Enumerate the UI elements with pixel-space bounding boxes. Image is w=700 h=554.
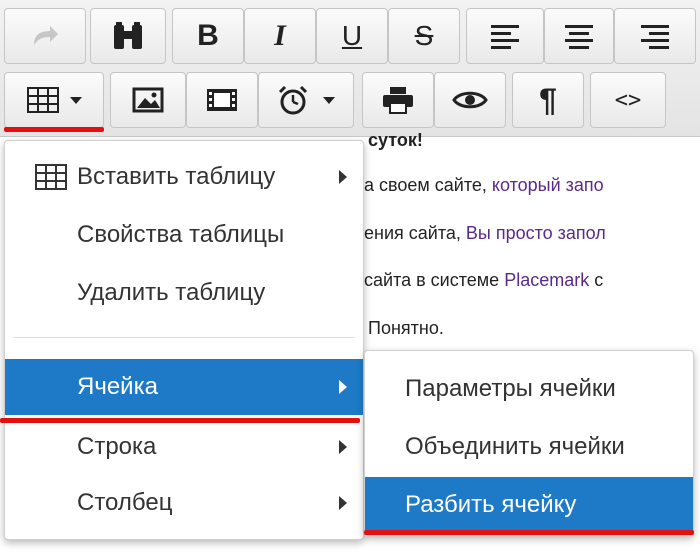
align-left-button[interactable] (466, 8, 544, 64)
menu-item-label: Объединить ячейки (405, 433, 625, 460)
cell-item-highlight-marker (0, 418, 360, 423)
italic-icon: I (274, 19, 286, 52)
table-button-highlight-marker (4, 127, 104, 132)
find-button[interactable] (90, 8, 166, 64)
doc-text-line: а своем сайте, который запо (364, 175, 604, 195)
menu-item-table-properties[interactable]: Свойства таблицы (5, 207, 363, 263)
menu-item-column[interactable]: Столбец (5, 475, 363, 531)
menu-item-label: Параметры ячейки (405, 375, 616, 402)
align-right-icon (641, 25, 669, 49)
chevron-right-icon (339, 440, 347, 454)
cell-submenu: Параметры ячейки Объединить ячейки Разби… (364, 350, 694, 536)
image-button[interactable] (110, 72, 186, 128)
menu-item-cell[interactable]: Ячейка (5, 359, 363, 415)
chevron-down-icon (323, 96, 335, 104)
menu-item-label: Ячейка (77, 373, 158, 400)
menu-item-label: Столбец (77, 489, 173, 516)
menu-item-row[interactable]: Строка (5, 419, 363, 475)
video-button[interactable] (186, 72, 258, 128)
chevron-right-icon (339, 170, 347, 184)
doc-text-line: суток! (368, 130, 423, 150)
table-icon (27, 87, 59, 113)
table-icon (35, 164, 67, 190)
strikethrough-button[interactable]: S (388, 8, 460, 64)
chevron-right-icon (339, 496, 347, 510)
menu-item-merge-cells[interactable]: Объединить ячейки (365, 419, 693, 475)
menu-item-insert-table[interactable]: Вставить таблицу (5, 149, 363, 205)
doc-link[interactable]: Вы просто запол (466, 223, 606, 243)
doc-text-line: ения сайта, Вы просто запол (364, 223, 606, 243)
menu-item-label: Удалить таблицу (77, 279, 266, 306)
menu-item-split-cell[interactable]: Разбить ячейку (365, 477, 693, 533)
show-blocks-button[interactable]: ¶ (512, 72, 584, 128)
underline-button[interactable]: U (316, 8, 388, 64)
align-right-button[interactable] (614, 8, 696, 64)
align-left-icon (491, 25, 519, 49)
find-icon (114, 22, 142, 49)
split-cell-highlight-marker (364, 530, 694, 535)
doc-link[interactable]: который запо (492, 175, 604, 195)
menu-item-label: Разбить ячейку (405, 491, 577, 518)
image-icon (132, 87, 164, 113)
redo-button[interactable] (4, 8, 86, 64)
underline-icon: U (341, 20, 363, 51)
clock-icon (278, 85, 308, 115)
doc-link[interactable]: Placemark (504, 270, 589, 290)
strikethrough-icon: S (414, 20, 434, 51)
menu-item-cell-properties[interactable]: Параметры ячейки (365, 361, 693, 417)
editor-toolbar: B I U S ¶ <> (0, 0, 700, 137)
align-center-button[interactable] (544, 8, 614, 64)
doc-text-line: Понятно. (368, 318, 444, 338)
chevron-down-icon (70, 96, 82, 104)
align-center-icon (565, 25, 593, 49)
table-button[interactable] (4, 72, 104, 128)
bold-icon: B (197, 19, 219, 52)
bold-button[interactable]: B (172, 8, 244, 64)
code-icon: <> (614, 87, 642, 113)
print-icon (383, 87, 413, 114)
menu-item-label: Вставить таблицу (77, 163, 276, 190)
menu-item-label: Строка (77, 433, 157, 460)
table-menu: Вставить таблицу Свойства таблицы Удалит… (4, 140, 364, 540)
doc-text-line: сайта в системе Placemark с (364, 270, 604, 290)
menu-divider (13, 337, 355, 338)
menu-item-label: Свойства таблицы (77, 221, 285, 248)
chevron-right-icon (339, 380, 347, 394)
source-code-button[interactable]: <> (590, 72, 666, 128)
italic-button[interactable]: I (244, 8, 316, 64)
datetime-button[interactable] (258, 72, 354, 128)
video-icon (207, 89, 237, 111)
pilcrow-icon: ¶ (539, 81, 557, 118)
print-button[interactable] (362, 72, 434, 128)
menu-item-delete-table[interactable]: Удалить таблицу (5, 265, 363, 321)
preview-button[interactable] (434, 72, 506, 128)
preview-icon (452, 91, 488, 109)
redo-icon (34, 26, 58, 45)
